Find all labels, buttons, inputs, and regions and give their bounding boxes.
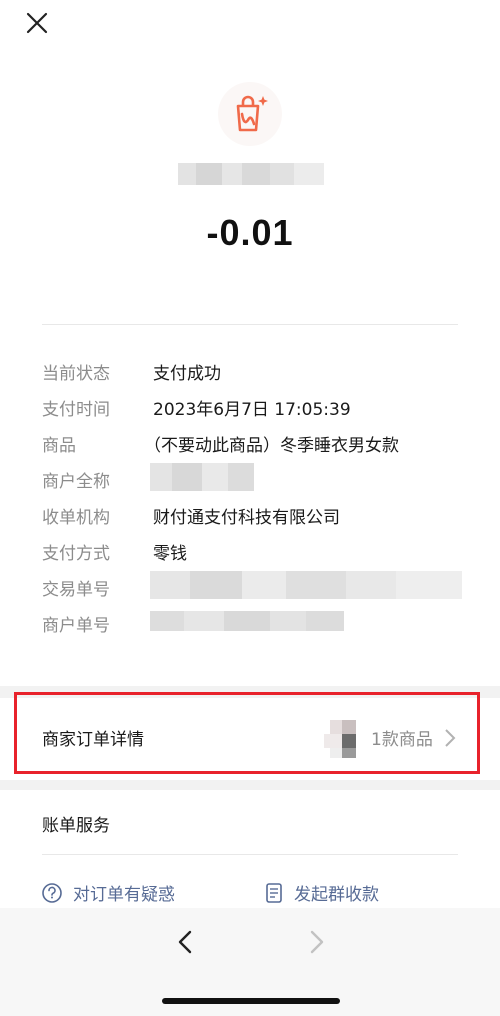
merchant-fullname-redacted	[150, 463, 254, 491]
close-icon	[26, 12, 48, 34]
merchant-order-label: 商家订单详情	[42, 730, 144, 750]
product-count: 1款商品	[371, 730, 433, 750]
question-circle-icon	[42, 882, 62, 903]
acquirer-value: 财付通支付科技有限公司	[153, 508, 340, 528]
product-value: （不要动此商品）冬季睡衣男女款	[144, 436, 399, 456]
order-question-label: 对订单有疑惑	[73, 885, 175, 905]
merchant-fullname-label: 商户全称	[42, 472, 110, 492]
group-collect-link[interactable]: 发起群收款	[264, 880, 379, 905]
bill-service-title: 账单服务	[42, 816, 110, 836]
chevron-left-icon	[178, 930, 192, 954]
close-button[interactable]	[24, 10, 50, 36]
pay-method-value: 零钱	[153, 544, 187, 564]
pay-time-label: 支付时间	[42, 400, 110, 420]
chevron-right-icon	[310, 930, 324, 954]
home-indicator	[162, 998, 340, 1004]
merchant-name-redacted	[178, 163, 324, 185]
receipt-icon	[266, 882, 282, 903]
bill-service-divider	[42, 854, 458, 855]
section-separator-bottom	[0, 780, 500, 790]
status-value: 支付成功	[153, 364, 221, 384]
product-label: 商品	[42, 436, 76, 456]
order-question-link[interactable]: 对订单有疑惑	[41, 880, 175, 905]
amount-divider	[42, 324, 458, 325]
product-thumbnail	[318, 716, 364, 762]
merchant-order-no-label: 商户单号	[42, 616, 110, 636]
merchant-logo	[218, 82, 282, 146]
acquirer-label: 收单机构	[42, 508, 110, 528]
chevron-right-icon	[444, 728, 456, 752]
forward-button[interactable]	[302, 928, 330, 956]
back-button[interactable]	[172, 928, 200, 956]
shopping-bag-icon	[236, 95, 268, 132]
pay-method-label: 支付方式	[42, 544, 110, 564]
transaction-no-label: 交易单号	[42, 580, 110, 600]
transaction-no-redacted	[150, 571, 462, 599]
payment-amount: -0.01	[206, 212, 294, 253]
section-separator-top	[0, 686, 500, 698]
status-label: 当前状态	[42, 364, 110, 384]
pay-time-value: 2023年6月7日 17:05:39	[153, 400, 351, 420]
group-collect-label: 发起群收款	[294, 885, 379, 905]
merchant-order-no-redacted	[150, 611, 344, 631]
